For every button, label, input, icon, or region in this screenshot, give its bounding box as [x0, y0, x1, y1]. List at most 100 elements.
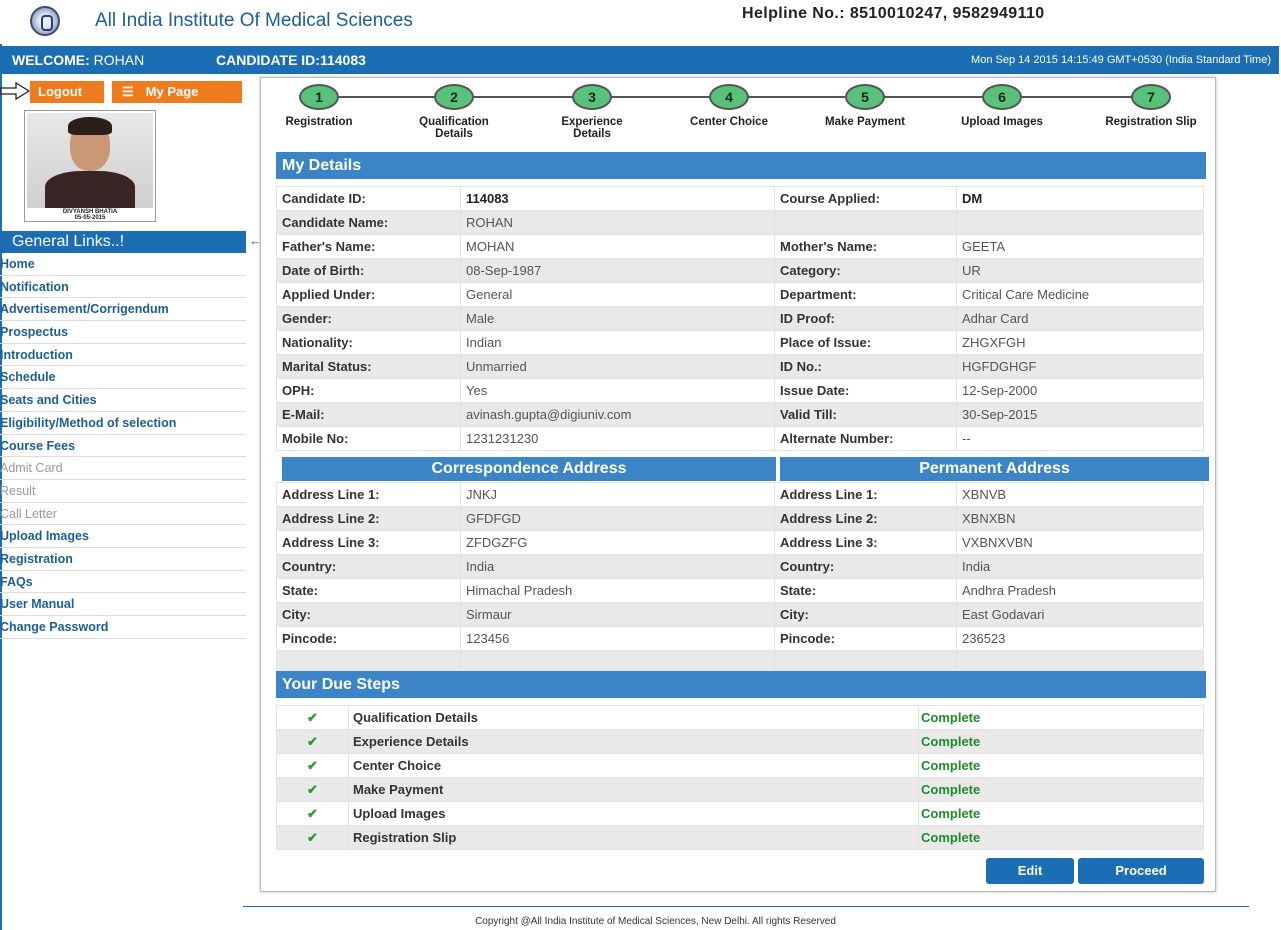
step-5[interactable]: 5 Make Payment [795, 84, 935, 128]
due-steps-heading: Your Due Steps [276, 671, 1206, 698]
field-value: GEETA [956, 234, 1204, 259]
field-label: Address Line 2: [774, 506, 957, 531]
step-label: Center Choice [690, 116, 768, 128]
sidebar-link-call-letter[interactable]: Call Letter [0, 503, 246, 526]
table-row: Nationality: Indian Place of Issue: ZHGXFGH [276, 330, 1204, 355]
field-label: Address Line 1: [774, 482, 957, 507]
logout-button[interactable]: Logout [30, 81, 104, 103]
step-label: Registration Slip [1105, 116, 1197, 128]
proceed-button[interactable]: Proceed [1078, 858, 1204, 884]
sidebar-link-admit-card[interactable]: Admit Card [0, 457, 246, 480]
field-value: East Godavari [956, 602, 1204, 627]
field-label: Pincode: [774, 626, 957, 651]
top-header: All India Institute Of Medical Sciences … [0, 0, 1279, 44]
field-label: ID Proof: [774, 306, 957, 331]
field-value: XBNXBN [956, 506, 1204, 531]
table-row: Gender: Male ID Proof: Adhar Card [276, 306, 1204, 331]
field-value: Sirmaur [460, 602, 775, 627]
step-7[interactable]: 7 Registration Slip [1081, 84, 1221, 128]
institute-title: All India Institute Of Medical Sciences [95, 10, 413, 31]
table-row: Applied Under: General Department: Critical… [276, 282, 1204, 307]
pointer-arrow-icon [0, 82, 30, 100]
step-6[interactable]: 6 Upload Images [932, 84, 1072, 128]
field-label: Mother's Name: [774, 234, 957, 259]
due-step-status: Complete [918, 777, 1204, 802]
field-value: 123456 [460, 626, 775, 651]
step-label: Upload Images [961, 116, 1043, 128]
field-label: Course Applied: [774, 186, 957, 211]
step-number: 1 [299, 84, 339, 110]
field-value: ZFDGZFG [460, 530, 775, 555]
step-3[interactable]: 3 Experience Details [522, 84, 662, 140]
field-label [774, 210, 957, 235]
step-1[interactable]: 1 Registration [249, 84, 389, 128]
field-value: 1231231230 [460, 426, 775, 451]
sidebar-link-course-fees[interactable]: Course Fees [0, 435, 246, 458]
step-4[interactable]: 4 Center Choice [659, 84, 799, 128]
field-value: 12-Sep-2000 [956, 378, 1204, 403]
field-value: 30-Sep-2015 [956, 402, 1204, 427]
datetime-text: Mon Sep 14 2015 14:15:49 GMT+0530 (India… [971, 54, 1271, 66]
sidebar-link-schedule[interactable]: Schedule [0, 366, 246, 390]
my-details-heading: My Details [276, 152, 1206, 179]
correspondence-address-heading: Correspondence Address [282, 457, 776, 481]
my-page-label: My Page [145, 84, 199, 99]
due-step-status: Complete [918, 825, 1204, 850]
field-value: 08-Sep-1987 [460, 258, 775, 283]
field-value: Male [460, 306, 775, 331]
step-number: 4 [709, 84, 749, 110]
candidate-id: CANDIDATE ID:114083 [216, 52, 366, 68]
due-step-name: Qualification Details [348, 705, 919, 730]
sidebar-link-change-password[interactable]: Change Password [0, 616, 246, 639]
field-label: City: [276, 602, 461, 627]
step-label: Experience Details [561, 116, 623, 140]
field-value: avinash.gupta@digiuniv.com [460, 402, 775, 427]
address-table: Address Line 1: JNKJ Address Line 1: XBNVB A… [276, 482, 1204, 675]
field-value: 114083 [460, 186, 775, 211]
field-label: Date of Birth: [276, 258, 461, 283]
field-value: ROHAN [460, 210, 775, 235]
main-panel: 1 Registration 2 Qualification Details 3 Expe… [260, 77, 1216, 892]
field-value: India [956, 554, 1204, 579]
step-label: Registration [285, 116, 353, 128]
table-row: Candidate Name: ROHAN [276, 210, 1204, 235]
sidebar-link-prospectus[interactable]: Prospectus [0, 321, 246, 344]
sidebar-link-registration[interactable]: Registration [0, 548, 246, 571]
due-step-row: ✔ Upload Images Complete [276, 801, 1204, 826]
due-step-name: Make Payment [348, 777, 919, 802]
field-value: GFDFGD [460, 506, 775, 531]
field-label: Address Line 2: [276, 506, 461, 531]
welcome-bar: WELCOME: ROHAN CANDIDATE ID:114083 Mon S… [0, 46, 1279, 74]
sidebar-link-introduction[interactable]: Introduction [0, 344, 246, 367]
edit-button[interactable]: Edit [986, 858, 1074, 884]
due-step-row: ✔ Experience Details Complete [276, 729, 1204, 754]
field-value: ZHGXFGH [956, 330, 1204, 355]
sidebar-link-faqs[interactable]: FAQs [0, 571, 246, 594]
helpline-text: Helpline No.: 8510010247, 9582949110 [742, 5, 1045, 22]
sidebar-link-advertisement-corrigendum[interactable]: Advertisement/Corrigendum [0, 298, 246, 322]
field-label: Alternate Number: [774, 426, 957, 451]
sidebar-link-result[interactable]: Result [0, 480, 246, 503]
field-label: Pincode: [276, 626, 461, 651]
permanent-address-heading: Permanent Address [780, 457, 1209, 481]
field-label: Mobile No: [276, 426, 461, 451]
sidebar-link-user-manual[interactable]: User Manual [0, 593, 246, 616]
field-label: Country: [774, 554, 957, 579]
field-value: Himachal Pradesh [460, 578, 775, 603]
step-label: Qualification Details [419, 116, 489, 140]
my-details-table: Candidate ID: 114083 Course Applied: DM Cand… [276, 186, 1204, 451]
step-2[interactable]: 2 Qualification Details [384, 84, 524, 140]
sidebar-link-eligibility-method-of-selection[interactable]: Eligibility/Method of selection [0, 412, 246, 435]
sidebar-link-home[interactable]: Home [0, 253, 246, 276]
field-label: City: [774, 602, 957, 627]
sidebar-link-upload-images[interactable]: Upload Images [0, 525, 246, 548]
my-page-button[interactable]: ☰ My Page [112, 81, 242, 103]
table-row: Address Line 3: ZFDGZFG Address Line 3: VXB… [276, 530, 1204, 555]
sidebar-link-seats-and-cities[interactable]: Seats and Cities [0, 389, 246, 412]
welcome-name: ROHAN [93, 52, 145, 68]
sidebar-link-notification[interactable]: Notification [0, 276, 246, 299]
field-label: State: [276, 578, 461, 603]
photo-image [27, 113, 153, 208]
field-value: JNKJ [460, 482, 775, 507]
table-row: Address Line 1: JNKJ Address Line 1: XBNVB [276, 482, 1204, 507]
